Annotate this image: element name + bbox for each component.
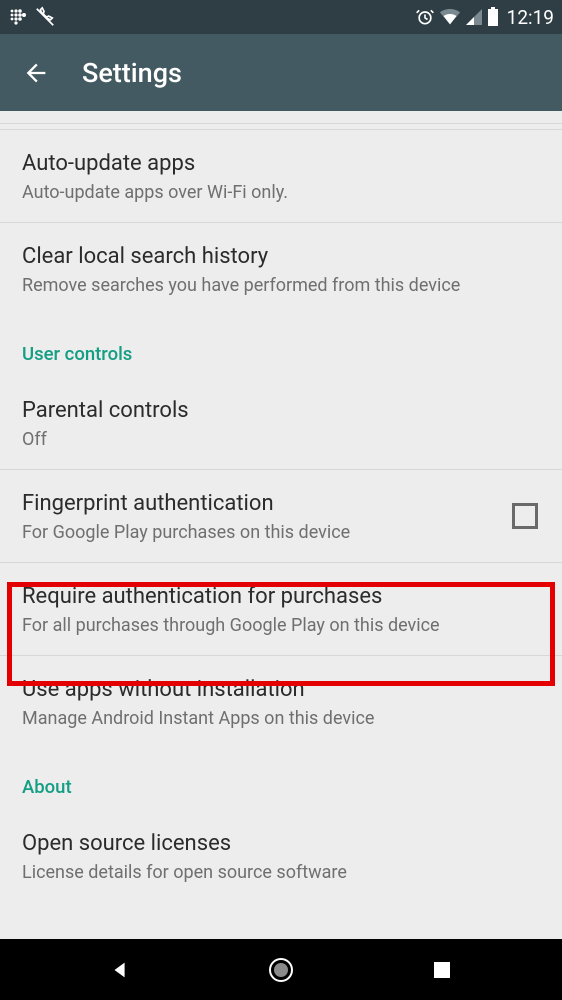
- status-time: 12:19: [507, 6, 554, 29]
- setting-subtitle: Auto-update apps over Wi-Fi only.: [22, 182, 540, 205]
- nav-back-button[interactable]: [95, 945, 145, 995]
- setting-clear-search-history[interactable]: Clear local search history Remove search…: [0, 223, 562, 315]
- status-bar: 12:19: [0, 0, 562, 34]
- setting-title: Use apps without installation: [22, 676, 540, 704]
- setting-require-auth-purchases[interactable]: Require authentication for purchases For…: [0, 563, 562, 656]
- nav-home-button[interactable]: [256, 945, 306, 995]
- section-header-label: About: [22, 776, 540, 798]
- nav-recent-button[interactable]: [417, 945, 467, 995]
- section-header-user-controls: User controls: [0, 315, 562, 377]
- setting-auto-update-apps[interactable]: Auto-update apps Auto-update apps over W…: [0, 130, 562, 223]
- setting-subtitle: For all purchases through Google Play on…: [22, 615, 540, 638]
- setting-title: Parental controls: [22, 397, 540, 425]
- app-bar: Settings: [0, 34, 562, 111]
- setting-subtitle: For Google Play purchases on this device: [22, 522, 540, 545]
- setting-open-source-licenses[interactable]: Open source licenses License details for…: [0, 810, 562, 902]
- cellular-icon: [465, 8, 483, 26]
- setting-subtitle: Remove searches you have performed from …: [22, 275, 540, 298]
- section-header-label: User controls: [22, 343, 540, 365]
- setting-title: Open source licenses: [22, 830, 540, 858]
- navigation-bar: [0, 939, 562, 1000]
- setting-title: Require authentication for purchases: [22, 583, 540, 611]
- setting-title: Auto-update apps: [22, 150, 540, 178]
- fingerprint-checkbox[interactable]: [512, 503, 538, 529]
- back-button[interactable]: [18, 55, 54, 91]
- fitbit-icon: [8, 7, 28, 27]
- setting-instant-apps[interactable]: Use apps without installation Manage And…: [0, 656, 562, 748]
- setting-subtitle: Off: [22, 429, 540, 452]
- setting-title: Fingerprint authentication: [22, 490, 540, 518]
- page-title: Settings: [82, 57, 182, 89]
- alarm-icon: [415, 7, 435, 27]
- setting-fingerprint-auth[interactable]: Fingerprint authentication For Google Pl…: [0, 470, 562, 563]
- wifi-icon: [439, 7, 461, 27]
- setting-parental-controls[interactable]: Parental controls Off: [0, 377, 562, 470]
- setting-subtitle: Manage Android Instant Apps on this devi…: [22, 708, 540, 731]
- settings-list: Auto-update apps Auto-update apps over W…: [0, 111, 562, 902]
- battery-icon: [487, 7, 499, 27]
- section-header-about: About: [0, 748, 562, 810]
- setting-subtitle: License details for open source software: [22, 862, 540, 885]
- setting-title: Clear local search history: [22, 243, 540, 271]
- phone-off-icon: [34, 6, 56, 28]
